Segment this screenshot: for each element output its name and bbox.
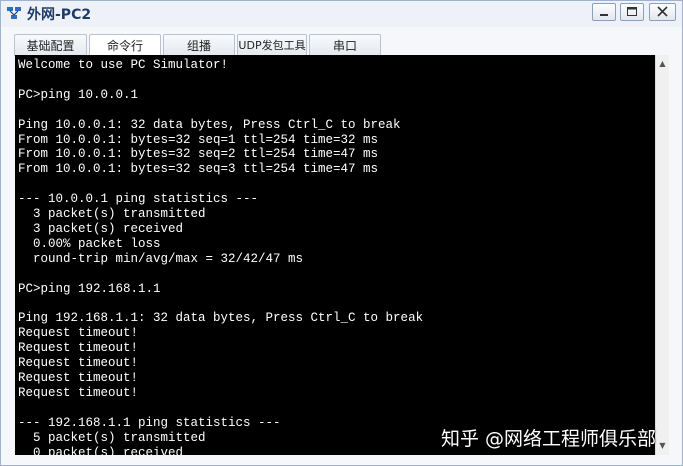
console-line: Ping 192.168.1.1: 32 data bytes, Press C… <box>18 311 424 326</box>
console-line: --- 192.168.1.1 ping statistics --- <box>18 415 281 430</box>
tab-command-line[interactable]: 命令行 <box>89 34 161 56</box>
console-line: Welcome to use PC Simulator! <box>18 58 229 72</box>
console-line: --- 10.0.0.1 ping statistics --- <box>18 192 259 207</box>
console-line: 5 packet(s) transmitted <box>18 430 206 445</box>
console-line: Request timeout! <box>18 385 139 400</box>
console-text: Welcome to use PC Simulator! PC>ping 10.… <box>15 55 655 455</box>
watermark-text: 知乎 @网络工程师俱乐部 <box>441 428 657 450</box>
minimize-button[interactable] <box>592 3 616 21</box>
scroll-up-icon[interactable]: ▲ <box>656 57 669 71</box>
console-line: Request timeout! <box>18 356 139 371</box>
console-line: Request timeout! <box>18 371 139 386</box>
console-line: Request timeout! <box>18 326 139 341</box>
console-line: 3 packet(s) received <box>18 221 184 236</box>
console-line: 0 packet(s) received <box>18 445 184 455</box>
tab-multicast[interactable]: 组播 <box>163 34 235 56</box>
network-icon <box>7 7 21 19</box>
window-title: 外网-PC2 <box>27 7 92 23</box>
maximize-button[interactable] <box>620 3 644 21</box>
title-bar[interactable]: 外网-PC2 <box>1 1 682 27</box>
console-line: From 10.0.0.1: bytes=32 seq=1 ttl=254 ti… <box>18 132 379 147</box>
console-line: round-trip min/avg/max = 32/42/47 ms <box>18 251 304 266</box>
console-output[interactable]: Welcome to use PC Simulator! PC>ping 10.… <box>15 55 655 455</box>
tab-udp-tool[interactable]: UDP发包工具 <box>237 34 307 56</box>
tab-bar: 基础配置 命令行 组播 UDP发包工具 串口 <box>1 29 682 57</box>
vertical-scrollbar[interactable]: ▲ ▼ <box>655 55 669 455</box>
scroll-down-icon[interactable]: ▼ <box>656 439 669 453</box>
console-line: Request timeout! <box>18 341 139 356</box>
close-icon <box>657 6 668 17</box>
console-line: 0.00% packet loss <box>18 236 161 251</box>
tab-serial-port[interactable]: 串口 <box>309 34 381 56</box>
maximize-icon <box>627 7 637 16</box>
console-line: PC>ping 192.168.1.1 <box>18 281 161 296</box>
console-line: PC>ping 10.0.0.1 <box>18 87 139 102</box>
minimize-icon <box>600 14 608 16</box>
console-line: From 10.0.0.1: bytes=32 seq=2 ttl=254 ti… <box>18 147 379 162</box>
console-line: From 10.0.0.1: bytes=32 seq=3 ttl=254 ti… <box>18 162 379 177</box>
close-button[interactable] <box>649 3 676 21</box>
console-line: Ping 10.0.0.1: 32 data bytes, Press Ctrl… <box>18 117 401 132</box>
console-line: 3 packet(s) transmitted <box>18 207 206 222</box>
tab-basic-config[interactable]: 基础配置 <box>14 34 87 56</box>
pc-simulator-window: 外网-PC2 基础配置 命令行 组播 UDP发包工具 串口 Welcome to… <box>0 0 683 466</box>
